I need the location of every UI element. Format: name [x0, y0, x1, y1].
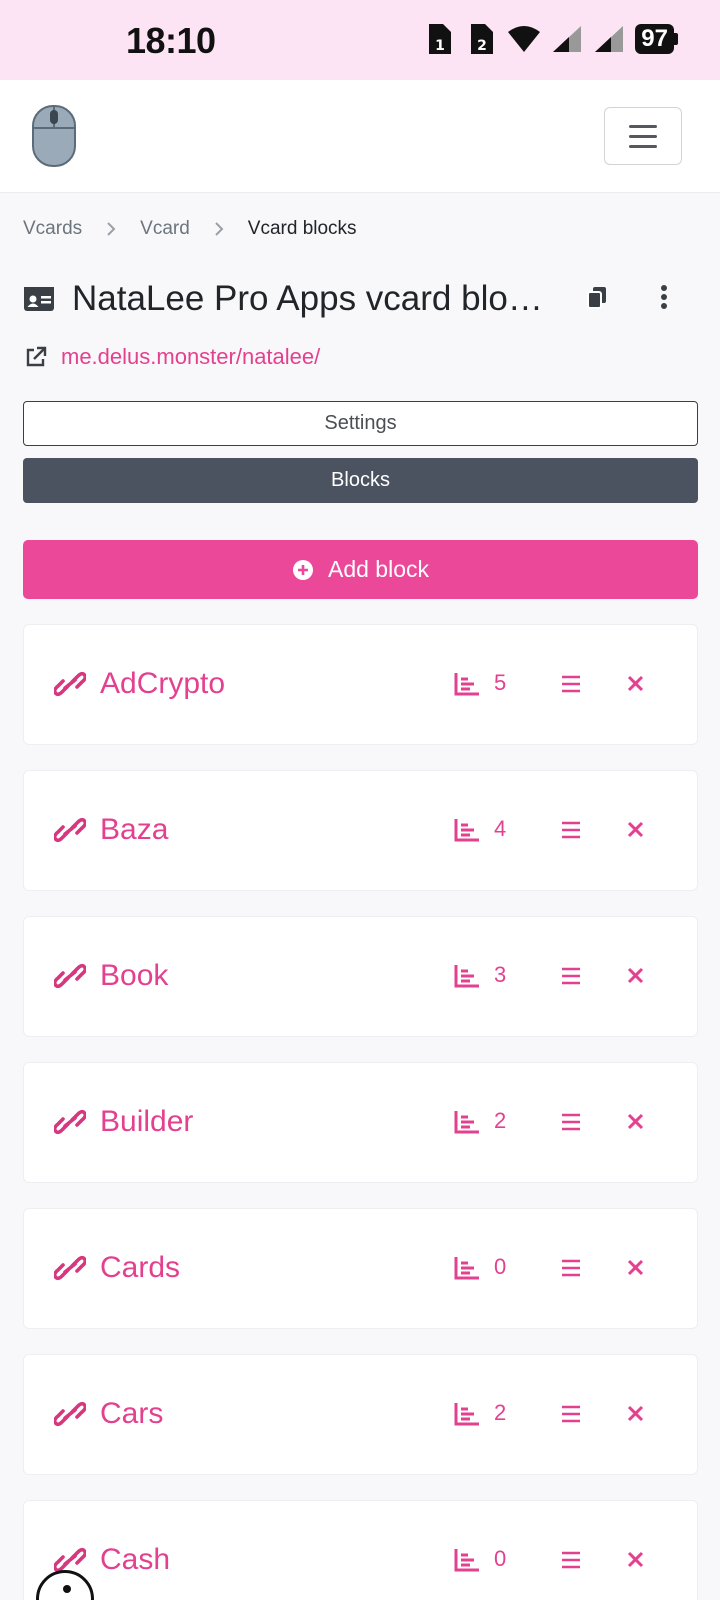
delete-icon[interactable] [627, 967, 644, 984]
copy-icon[interactable] [586, 286, 608, 310]
drag-handle-icon[interactable] [561, 1258, 581, 1278]
chart-bar-icon[interactable] [454, 1256, 480, 1280]
drag-handle-icon[interactable] [561, 1112, 581, 1132]
delete-icon[interactable] [627, 1405, 644, 1422]
chart-bar-icon[interactable] [454, 1402, 480, 1426]
block-stats-count: 0 [494, 1254, 507, 1279]
external-link-icon [26, 346, 47, 367]
block-stats-count: 2 [494, 1108, 507, 1133]
mouse-logo-icon[interactable] [30, 104, 78, 168]
sim2-icon: 2 [471, 24, 494, 54]
block-item: Baza 4 [23, 770, 698, 891]
drag-handle-icon[interactable] [561, 966, 581, 986]
breadcrumb: Vcards Vcard Vcard blocks [23, 218, 357, 240]
add-block-button[interactable]: Add block [23, 540, 698, 599]
block-stats-count: 4 [494, 816, 507, 841]
page-header: NataLee Pro Apps vcard blocks [24, 276, 696, 322]
navbar [0, 80, 720, 193]
delete-icon[interactable] [627, 1551, 644, 1568]
info-icon [63, 1585, 71, 1593]
more-vertical-icon[interactable] [660, 284, 668, 310]
delete-icon[interactable] [627, 821, 644, 838]
chart-bar-icon[interactable] [454, 672, 480, 696]
link-icon [54, 1401, 86, 1427]
id-card-icon [24, 287, 54, 311]
block-name[interactable]: Cash [100, 1543, 170, 1577]
svg-text:1: 1 [435, 38, 445, 54]
page-title: NataLee Pro Apps vcard blocks [72, 279, 556, 318]
block-stats-count: 2 [494, 1400, 507, 1425]
battery-indicator: 97 [635, 24, 678, 54]
vcard-url-link[interactable]: me.delus.monster/natalee/ [61, 344, 320, 370]
block-item: Builder 2 [23, 1062, 698, 1183]
status-time: 18:10 [126, 20, 216, 61]
chevron-right-icon [107, 222, 116, 236]
drag-handle-icon[interactable] [561, 820, 581, 840]
drag-handle-icon[interactable] [561, 1404, 581, 1424]
block-name[interactable]: AdCrypto [100, 667, 225, 701]
block-name[interactable]: Cars [100, 1397, 163, 1431]
tab-blocks[interactable]: Blocks [23, 458, 698, 503]
block-item: Cars 2 [23, 1354, 698, 1475]
breadcrumb-item-vcards[interactable]: Vcards [23, 218, 82, 240]
block-stats-count: 5 [494, 670, 507, 695]
menu-toggle-button[interactable] [604, 107, 682, 165]
hamburger-icon [629, 124, 657, 128]
block-item: AdCrypto 5 [23, 624, 698, 745]
drag-handle-icon[interactable] [561, 674, 581, 694]
svg-text:2: 2 [477, 38, 487, 54]
status-bar: 18:10 1 2 97 [0, 0, 720, 80]
link-icon [54, 1255, 86, 1281]
wifi-icon [508, 26, 541, 52]
block-name[interactable]: Book [100, 959, 168, 993]
chart-bar-icon[interactable] [454, 818, 480, 842]
tab-settings[interactable]: Settings [23, 401, 698, 446]
vcard-url-row: me.delus.monster/natalee/ [25, 344, 320, 370]
sim1-icon: 1 [429, 24, 452, 54]
block-item: Book 3 [23, 916, 698, 1037]
breadcrumb-item-vcard-blocks: Vcard blocks [247, 218, 357, 239]
link-icon [54, 817, 86, 843]
delete-icon[interactable] [627, 675, 644, 692]
chevron-right-icon [215, 222, 224, 236]
block-name[interactable]: Builder [100, 1105, 193, 1139]
block-name[interactable]: Baza [100, 813, 168, 847]
plus-circle-icon [292, 559, 313, 580]
link-icon [54, 1109, 86, 1135]
block-stats-count: 0 [494, 1546, 507, 1571]
link-icon [54, 963, 86, 989]
signal-icon-2 [595, 26, 624, 52]
delete-icon[interactable] [627, 1113, 644, 1130]
chart-bar-icon[interactable] [454, 964, 480, 988]
block-list: AdCrypto 5 Baza 4 Book 3 Builder 2 Cards… [23, 624, 698, 1600]
breadcrumb-item-vcard[interactable]: Vcard [140, 218, 190, 240]
block-item: Cards 0 [23, 1208, 698, 1329]
block-item: Cash 0 [23, 1500, 698, 1600]
delete-icon[interactable] [627, 1259, 644, 1276]
link-icon [54, 671, 86, 697]
add-block-label: Add block [327, 556, 429, 582]
link-icon [54, 1547, 86, 1573]
drag-handle-icon[interactable] [561, 1550, 581, 1570]
chart-bar-icon[interactable] [454, 1548, 480, 1572]
signal-icon [553, 26, 582, 52]
battery-level: 97 [635, 24, 674, 54]
block-stats-count: 3 [494, 962, 507, 987]
chart-bar-icon[interactable] [454, 1110, 480, 1134]
block-name[interactable]: Cards [100, 1251, 180, 1285]
status-icons: 1 2 97 [423, 22, 678, 56]
